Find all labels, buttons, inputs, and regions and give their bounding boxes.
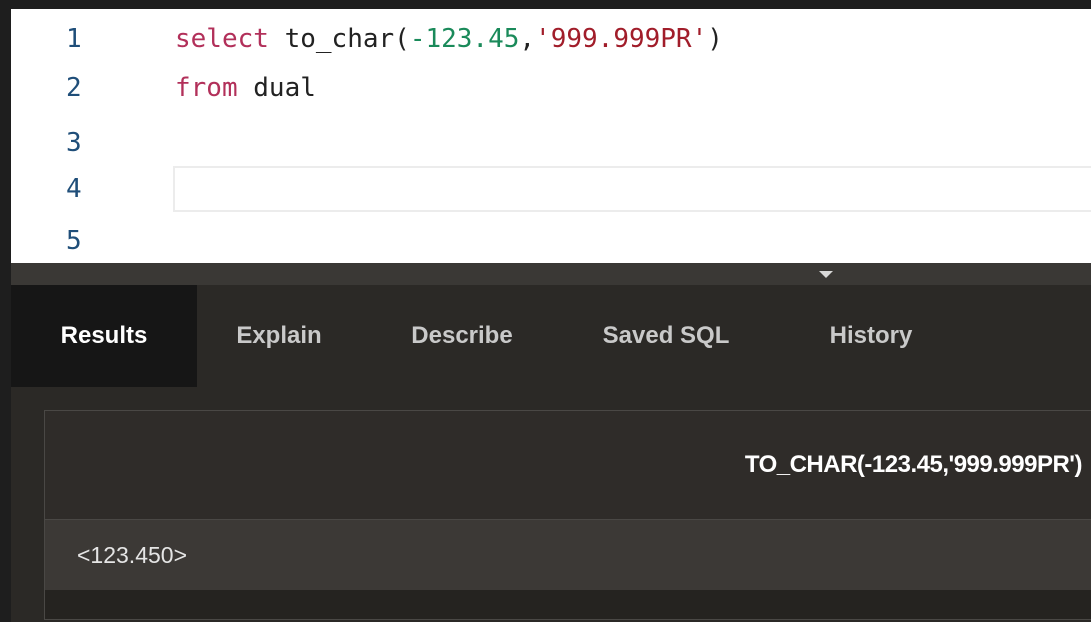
window-left-border — [0, 0, 11, 622]
grid-header: TO_CHAR(-123.45,'999.999PR') — [45, 411, 1091, 520]
code-token: to_char( — [268, 24, 410, 54]
results-panel: TO_CHAR(-123.45,'999.999PR') <123.450> — [11, 387, 1091, 622]
line-number: 2 — [66, 73, 82, 103]
tab-describe[interactable]: Describe — [387, 285, 537, 387]
code-text[interactable]: from dual — [175, 64, 316, 112]
results-grid: TO_CHAR(-123.45,'999.999PR') <123.450> — [44, 410, 1091, 620]
code-token: dual — [237, 73, 316, 103]
collapse-arrow-icon[interactable] — [819, 271, 833, 278]
code-token-keyword: select — [175, 24, 269, 54]
code-token-keyword: from — [175, 73, 238, 103]
tab-explain[interactable]: Explain — [209, 285, 349, 387]
tab-results[interactable]: Results — [11, 285, 197, 387]
code-token-string: '999.999PR' — [535, 24, 708, 54]
editor-line[interactable]: 5 — [11, 217, 1091, 265]
code-token: , — [519, 24, 536, 54]
tab-history[interactable]: History — [801, 285, 941, 387]
editor-line[interactable]: 1 select to_char(-123.45,'999.999PR') — [11, 15, 1091, 63]
window-top-border — [0, 0, 1091, 9]
editor-line[interactable]: 4 — [11, 165, 1091, 213]
results-tab-bar: Results Explain Describe Saved SQL Histo… — [11, 285, 1091, 387]
tab-saved-sql[interactable]: Saved SQL — [581, 285, 751, 387]
editor-line[interactable]: 2 from dual — [11, 64, 1091, 112]
code-token: ) — [707, 24, 723, 54]
pane-splitter[interactable] — [11, 263, 1091, 285]
column-header[interactable]: TO_CHAR(-123.45,'999.999PR') — [745, 411, 1083, 519]
table-cell[interactable]: <123.450> — [77, 520, 187, 590]
code-text[interactable]: select to_char(-123.45,'999.999PR') — [175, 15, 723, 63]
table-row[interactable]: <123.450> — [45, 520, 1091, 590]
line-number: 4 — [66, 174, 82, 204]
line-number: 3 — [66, 128, 82, 158]
line-number: 1 — [66, 24, 82, 54]
editor-line[interactable]: 3 — [11, 119, 1091, 167]
code-token-number: -123.45 — [409, 24, 520, 54]
sql-editor[interactable]: 1 select to_char(-123.45,'999.999PR') 2 … — [11, 9, 1091, 263]
line-number: 5 — [66, 226, 82, 256]
